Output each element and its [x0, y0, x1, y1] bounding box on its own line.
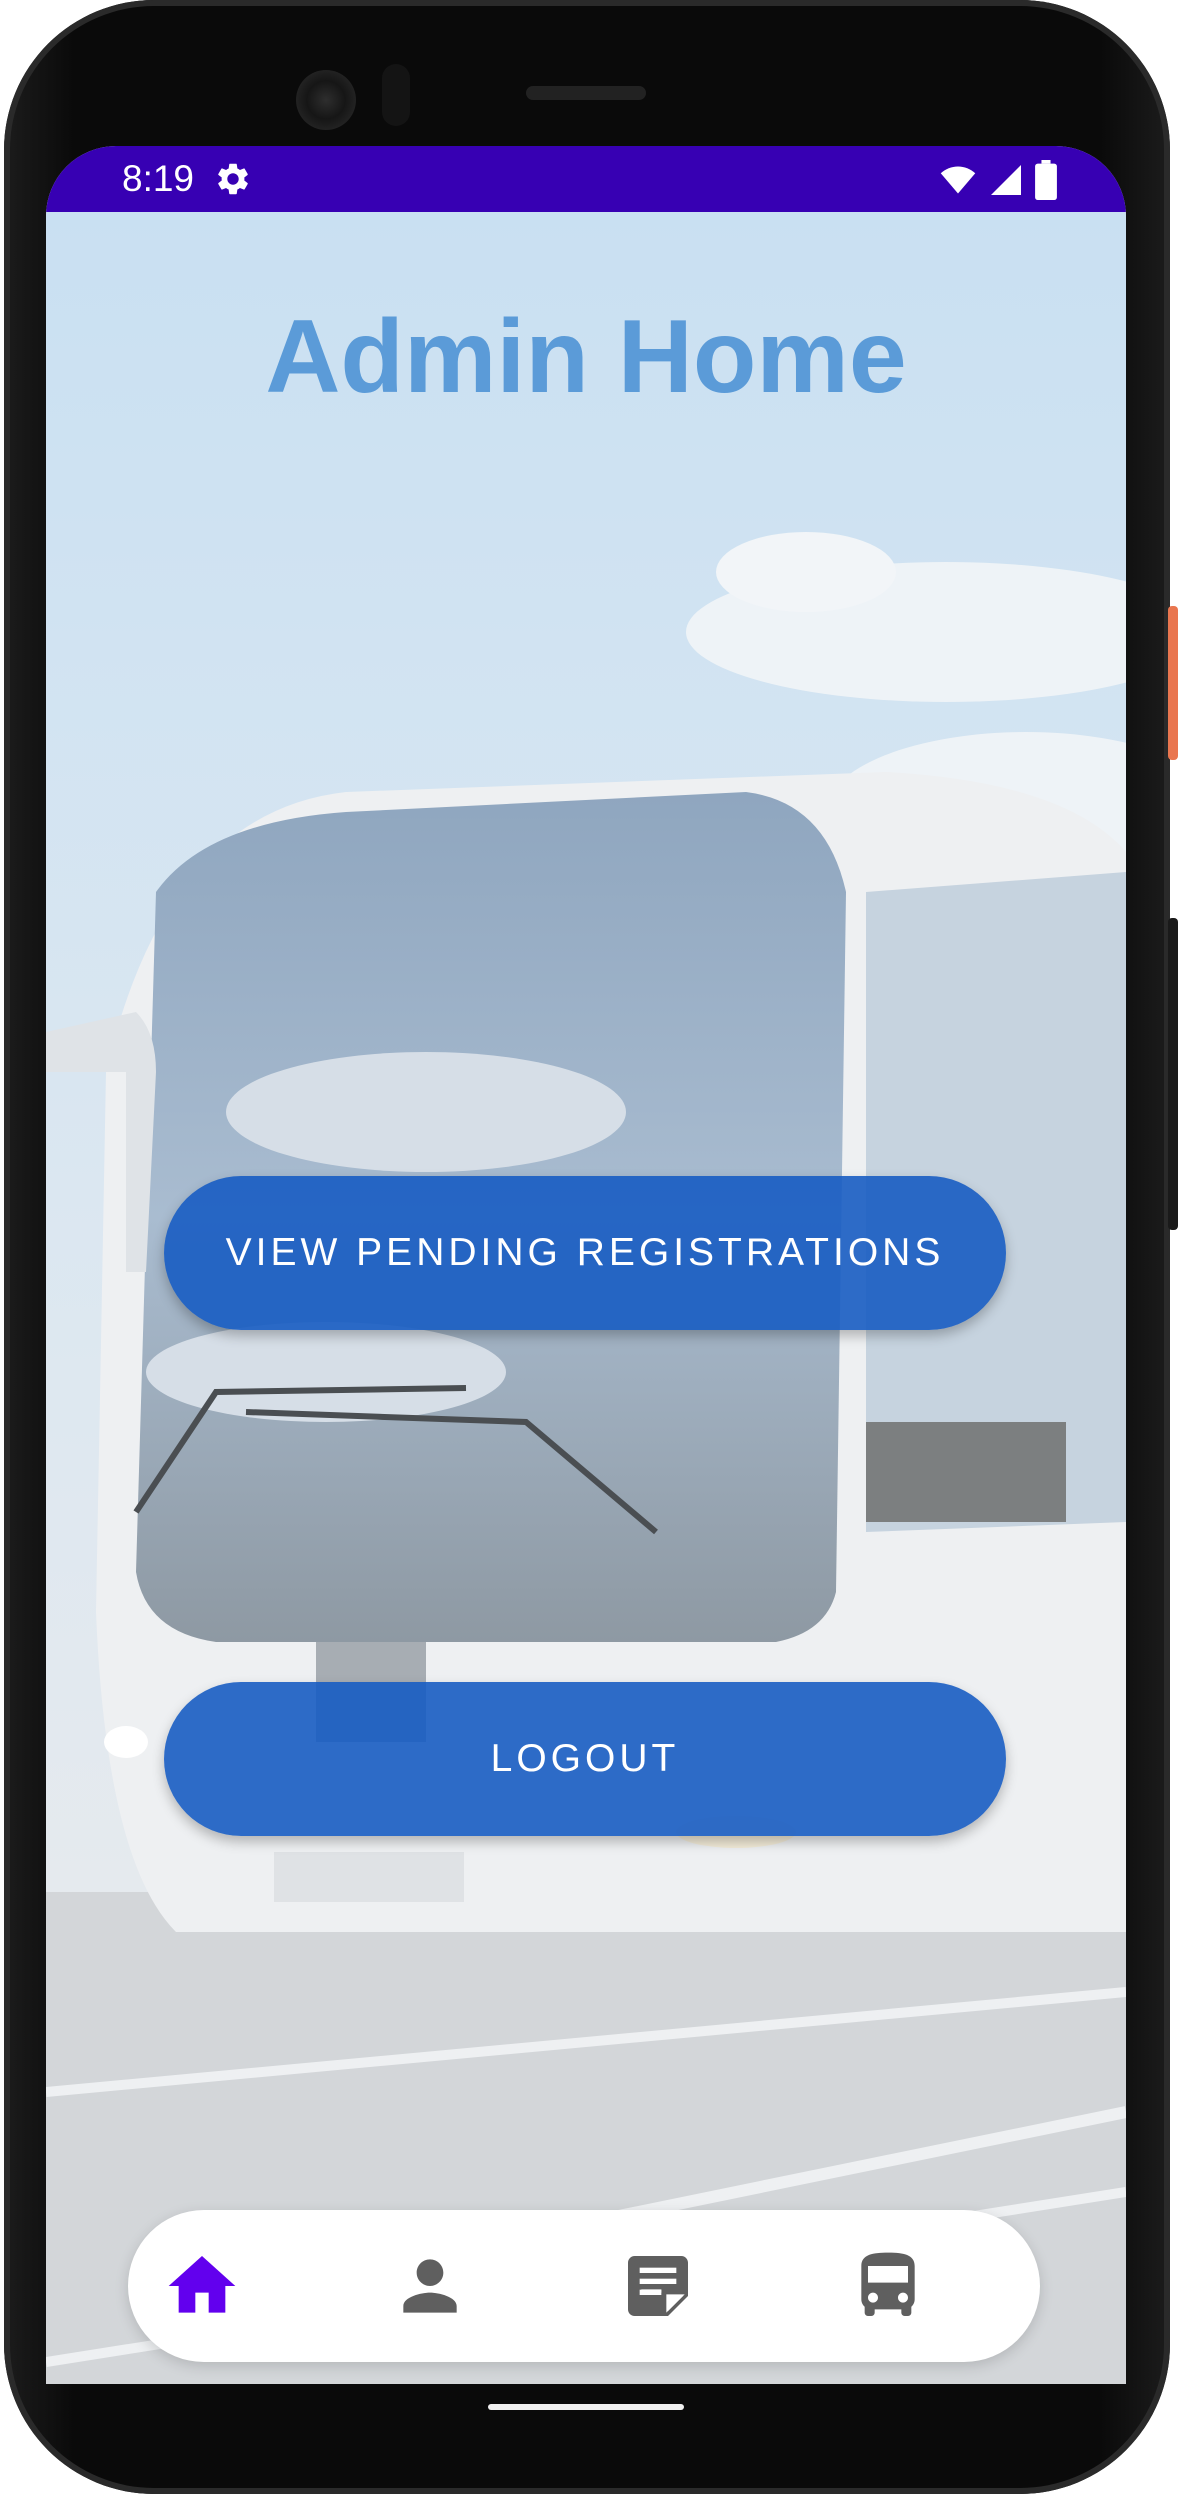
earpiece-speaker: [526, 86, 646, 100]
status-icons: [938, 160, 1058, 200]
volume-button: [1168, 918, 1178, 1230]
gesture-navigation-bar[interactable]: [488, 2404, 684, 2410]
bottom-navigation: [128, 2210, 1040, 2362]
cellular-signal-icon: [991, 165, 1021, 195]
status-time: 8:19: [122, 158, 195, 199]
page-title: Admin Home: [265, 299, 907, 415]
bus-icon[interactable]: [848, 2246, 928, 2326]
person-icon[interactable]: [390, 2246, 470, 2326]
admin-home-content: Admin Home VIEW PENDING REGISTRATIONS LO…: [46, 212, 1126, 2384]
power-button: [1168, 606, 1178, 760]
settings-gear-icon: [218, 163, 248, 195]
view-pending-registrations-button[interactable]: VIEW PENDING REGISTRATIONS: [164, 1176, 1006, 1330]
wifi-icon: [940, 166, 976, 194]
home-icon[interactable]: [162, 2246, 242, 2326]
status-bar: 8:19: [46, 146, 1126, 212]
screen: 8:19 Admin Home VIEW PENDING REGISTRATIO…: [46, 146, 1126, 2384]
logout-button[interactable]: LOGOUT: [164, 1682, 1006, 1836]
front-camera: [296, 70, 356, 130]
proximity-sensor: [382, 64, 410, 126]
note-icon[interactable]: [618, 2246, 698, 2326]
battery-icon: [1035, 160, 1057, 200]
